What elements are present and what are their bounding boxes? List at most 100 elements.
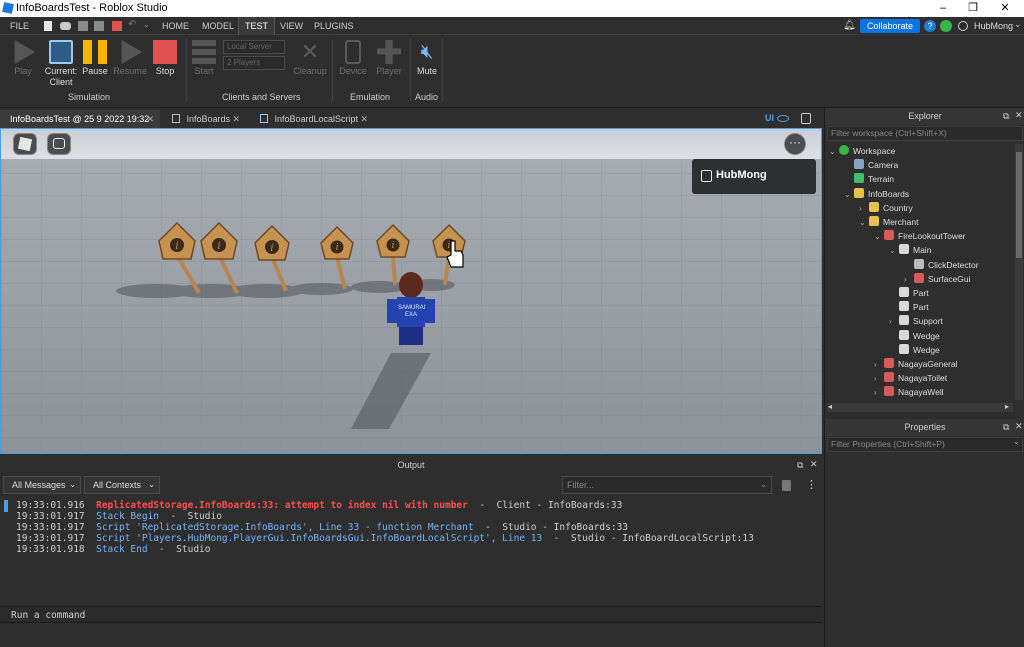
user-menu-chevron-icon[interactable]: ⌄ [1014,19,1022,30]
tab-model[interactable]: MODEL [196,17,240,35]
tab-home[interactable]: HOME [156,17,195,35]
scroll-right-icon[interactable]: ▸ [1005,402,1009,411]
collapsed-chevron-icon[interactable]: › [874,358,884,372]
context-filter[interactable]: All Contexts ⌄ [84,476,160,494]
explorer-filter-input[interactable]: Filter workspace (Ctrl+Shift+X) [827,126,1023,141]
close-panel-icon[interactable]: ✕ [1015,421,1023,432]
output-menu-icon[interactable]: ⋮ [806,478,817,491]
help-icon[interactable]: ? [924,20,936,32]
close-panel-icon[interactable]: ✕ [810,459,818,470]
collapsed-chevron-icon[interactable]: › [874,386,884,400]
player-button[interactable]: Player [372,40,406,76]
mute-button[interactable]: 🔇︎ Mute [410,40,444,76]
explorer-item[interactable]: Wedge [889,343,940,357]
collaborate-button[interactable]: Collaborate [860,19,920,33]
eye-icon[interactable] [777,115,789,122]
collapsed-chevron-icon[interactable]: › [889,315,899,329]
ui-visibility-toggle[interactable]: UI [765,113,774,123]
new-file-icon[interactable] [44,21,52,31]
collapsed-chevron-icon[interactable]: › [874,372,884,386]
command-input[interactable]: Run a command [11,610,85,621]
undock-icon[interactable]: ⧉ [1003,111,1009,122]
command-bar[interactable]: Run a command [0,606,822,623]
tab-infoboardstest[interactable]: InfoBoardsTest @ 25 9 2022 19:32 ✕ [0,110,160,128]
explorer-item[interactable]: ⌄ InfoBoards [844,187,909,201]
start-button[interactable]: Start [187,40,221,76]
explorer-item[interactable]: ⌄ Workspace [829,144,895,158]
explorer-item[interactable]: Part [889,286,929,300]
cleanup-button[interactable]: ✕ Cleanup [291,40,329,77]
tab-view[interactable]: VIEW [274,17,309,35]
tab-infoboardlocalscript[interactable]: InfoBoardLocalScript ✕ [250,110,374,128]
tab-infoboards[interactable]: InfoBoards ✕ [162,110,246,128]
expanded-chevron-icon[interactable]: ⌄ [844,188,854,202]
run-icon[interactable] [94,21,104,31]
device-view-icon[interactable] [801,113,811,124]
expanded-chevron-icon[interactable]: ⌄ [874,230,884,244]
close-tab-icon[interactable]: ✕ [360,110,368,128]
pause-button[interactable]: Pause [78,40,112,76]
user-name[interactable]: HubMong [974,21,1013,31]
open-file-icon[interactable] [60,22,71,30]
explorer-item[interactable]: Part [889,300,929,314]
log-line[interactable]: 19:33:01.916 ReplicatedStorage.InfoBoard… [16,500,622,511]
log-line[interactable]: 19:33:01.917 Script 'ReplicatedStorage.I… [16,522,628,533]
stop-icon[interactable] [112,21,122,31]
explorer-item[interactable]: › Country [859,201,913,215]
close-panel-icon[interactable]: ✕ [1015,110,1023,121]
explorer-item[interactable]: › NagayaGeneral [874,357,958,371]
close-tab-icon[interactable]: ✕ [232,110,240,128]
explorer-item[interactable]: ⌄ FireLookoutTower [874,229,966,243]
collapsed-chevron-icon[interactable]: › [904,273,914,287]
players-select[interactable]: 2 Players [223,56,285,70]
undock-icon[interactable]: ⧉ [1003,422,1009,433]
log-line[interactable]: 19:33:01.917 Stack Begin - Studio [16,511,222,522]
explorer-item[interactable]: › SurfaceGui [904,272,971,286]
resume-button[interactable]: Resume [113,40,147,76]
explorer-item[interactable]: ClickDetector [904,258,979,272]
output-filter-input[interactable]: Filter... ⌄ [562,476,772,494]
clear-output-trash-icon[interactable] [782,480,791,491]
explorer-item[interactable]: Terrain [844,172,894,186]
explorer-item[interactable]: ⌄ Merchant [859,215,918,229]
explorer-item[interactable]: Wedge [889,329,940,343]
undo-icon[interactable]: ↶ [128,19,136,30]
close-tab-icon[interactable]: ✕ [146,110,154,128]
device-button[interactable]: Device [336,40,370,76]
tab-plugins[interactable]: PLUGINS [308,17,360,35]
game-viewport[interactable]: i i i i i i SAMURAI EXA ··· HubMong [0,128,822,454]
undock-icon[interactable]: ⧉ [797,460,803,471]
maximize-button[interactable]: ❐ [958,0,988,17]
scroll-left-icon[interactable]: ◂ [828,402,832,411]
expanded-chevron-icon[interactable]: ⌄ [829,145,839,159]
tab-test[interactable]: TEST [238,17,276,35]
expanded-chevron-icon[interactable]: ⌄ [889,244,899,258]
play-here-icon[interactable] [78,21,88,31]
chevron-down-icon[interactable]: ⌄ [1013,437,1020,446]
log-line[interactable]: 19:33:01.917 Script 'Players.HubMong.Pla… [16,533,754,544]
explorer-item[interactable]: › Support [889,314,943,328]
explorer-item[interactable]: ⌄ Main [889,243,931,257]
properties-filter-input[interactable]: Filter Properties (Ctrl+Shift+P) [827,437,1023,452]
explorer-item[interactable]: Camera [844,158,898,172]
player-list-badge[interactable]: HubMong [692,159,816,194]
log-line[interactable]: 19:33:01.918 Stack End - Studio [16,544,211,555]
close-window-button[interactable]: ✕ [990,0,1020,17]
more-options-icon[interactable]: ··· [784,133,806,155]
explorer-item[interactable]: › NagayaToilet [874,371,947,385]
expanded-chevron-icon[interactable]: ⌄ [859,216,869,230]
file-menu[interactable]: FILE [4,17,35,35]
explorer-item[interactable]: › NagayaWell [874,385,944,399]
profile-avatar-icon[interactable] [958,21,968,31]
message-type-filter[interactable]: All Messages ⌄ [3,476,81,494]
notification-bell-icon[interactable]: 🔔︎ [843,20,856,31]
collapsed-chevron-icon[interactable]: › [859,202,869,216]
current-client-button[interactable]: Current: Client [42,40,80,88]
dropdown-chevron-icon[interactable]: ⌄ [143,20,150,29]
server-select[interactable]: Local Server [223,40,285,54]
horizontal-scrollbar[interactable] [827,403,1013,412]
play-button[interactable]: Play [6,40,40,76]
scrollbar-thumb[interactable] [1016,152,1022,258]
minimize-button[interactable]: – [928,0,958,17]
stop-button[interactable]: Stop [148,40,182,76]
